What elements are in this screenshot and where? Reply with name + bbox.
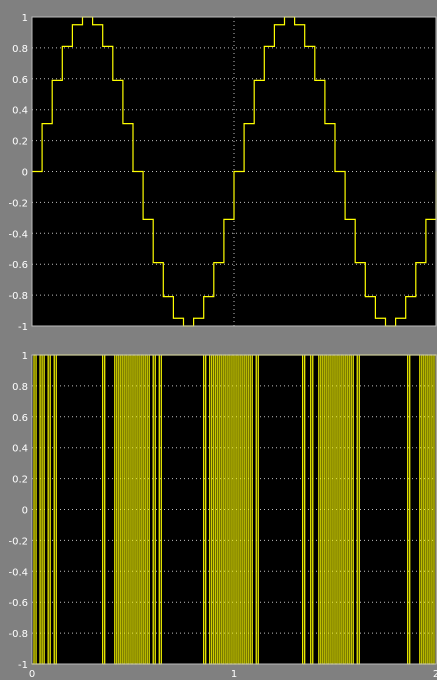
y-tick-label: 0.6 bbox=[12, 413, 28, 424]
y-tick-label: -0.4 bbox=[8, 229, 28, 240]
y-tick-label: 0.4 bbox=[12, 444, 28, 455]
y-tick-label: 1 bbox=[22, 351, 28, 362]
y-tick-label: 0.6 bbox=[12, 75, 28, 86]
y-tick-label: -0.2 bbox=[8, 536, 28, 547]
scope-figure: 1 0.8 0.6 0.4 0.2 0 -0.2 -0.4 -0.6 -0.8 -1 1 0.8 0.6 0… bbox=[0, 0, 437, 680]
y-tick-label: -1 bbox=[18, 660, 28, 671]
y-tick-label: 0.2 bbox=[12, 137, 28, 148]
y-tick-label: -0.4 bbox=[8, 567, 28, 578]
y-tick-label: -0.8 bbox=[8, 629, 28, 640]
axes-panel-2: 10.80.60.40.20-0.2-0.4-0.6-0.8-10 1 2 bbox=[8, 351, 437, 680]
axes-panel-1: 1 0.8 0.6 0.4 0.2 0 -0.2 -0.4 -0.6 -0.8 -1 bbox=[8, 13, 437, 333]
y-tick-label: 0 bbox=[22, 506, 28, 517]
y-tick-label: 0.4 bbox=[12, 106, 28, 117]
y-tick-label: 0.8 bbox=[12, 44, 28, 55]
x-tick-label: 2 bbox=[433, 669, 437, 680]
y-tick-label: -0.8 bbox=[8, 291, 28, 302]
y-tick-label: 0 bbox=[22, 168, 28, 179]
y-tick-label: 0.2 bbox=[12, 475, 28, 486]
y-tick-label: -0.6 bbox=[8, 260, 28, 271]
y-tick-label: -0.6 bbox=[8, 598, 28, 609]
y-tick-label: 1 bbox=[22, 13, 28, 24]
x-tick-label: 1 bbox=[231, 669, 237, 680]
x-tick-label: 0 bbox=[29, 669, 35, 680]
y-tick-label: 0.8 bbox=[12, 382, 28, 393]
y-tick-label: -0.2 bbox=[8, 198, 28, 209]
y-tick-label: -1 bbox=[18, 322, 28, 333]
